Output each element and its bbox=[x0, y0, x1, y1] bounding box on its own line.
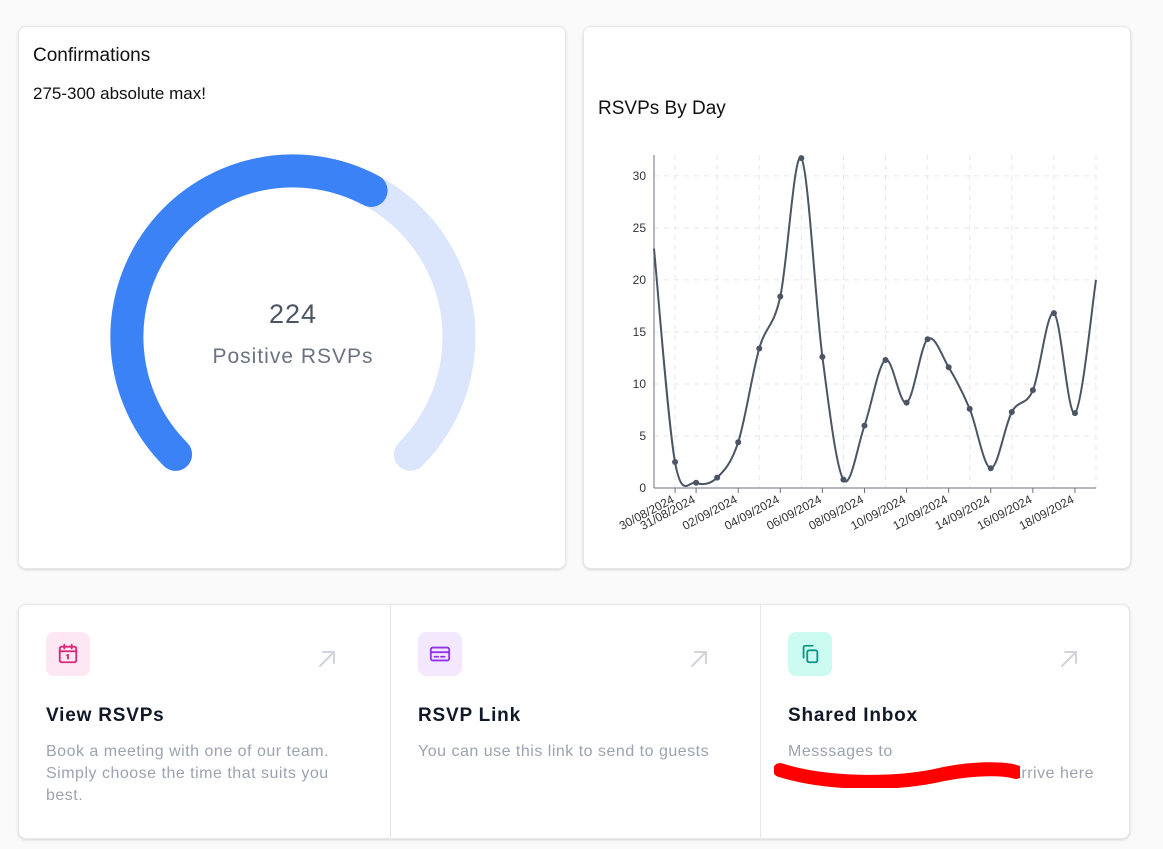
view-rsvps-card[interactable]: View RSVPs Book a meeting with one of ou… bbox=[19, 605, 390, 840]
data-point bbox=[945, 364, 952, 371]
rsvp-link-description: You can use this link to send to guests bbox=[418, 741, 709, 763]
calendar-icon bbox=[58, 643, 78, 664]
credit-card-icon-badge bbox=[418, 632, 462, 676]
data-point bbox=[987, 465, 994, 472]
data-point bbox=[1008, 409, 1015, 416]
data-point bbox=[1029, 387, 1036, 394]
credit-card-icon bbox=[429, 646, 451, 662]
data-point bbox=[903, 399, 910, 406]
data-point bbox=[840, 476, 847, 483]
copy-icon bbox=[802, 644, 819, 664]
y-tick-label: 25 bbox=[633, 221, 647, 235]
arrow-up-right-icon[interactable] bbox=[687, 647, 711, 671]
y-tick-label: 15 bbox=[633, 325, 647, 339]
view-rsvps-title: View RSVPs bbox=[46, 705, 165, 726]
shared-inbox-title: Shared Inbox bbox=[788, 705, 918, 726]
desc-line: Simply choose the time that suits you bbox=[46, 765, 329, 782]
data-point bbox=[672, 458, 679, 465]
desc-line: You can use this link to send to guests bbox=[418, 743, 710, 760]
y-tick-label: 0 bbox=[639, 481, 646, 495]
data-point bbox=[924, 336, 931, 343]
data-point bbox=[1071, 410, 1078, 417]
rsvps-line-chart: 05101520253030/08/202431/08/202402/09/20… bbox=[617, 155, 1097, 533]
data-point bbox=[693, 479, 700, 486]
data-point bbox=[1050, 310, 1057, 317]
data-point bbox=[777, 293, 784, 300]
gauge-value: 224 bbox=[268, 299, 318, 329]
arrow-up-right-icon[interactable] bbox=[1057, 647, 1081, 671]
redaction-scribble bbox=[774, 762, 1020, 788]
gauge-label: Positive RSVPs bbox=[212, 345, 374, 368]
data-point bbox=[714, 474, 721, 481]
rsvps-by-day-card: RSVPs By Day 0 5 10 15 20 25 30 30/08/2024 31/08… bbox=[583, 26, 1131, 569]
data-point bbox=[735, 439, 742, 446]
rsvp-link-title: RSVP Link bbox=[418, 705, 521, 726]
copy-icon-badge bbox=[788, 632, 832, 676]
desc-line: Book a meeting with one of our team. bbox=[46, 743, 330, 760]
data-point bbox=[882, 357, 889, 364]
calendar-icon-badge bbox=[46, 632, 90, 676]
data-point bbox=[756, 345, 763, 352]
data-point bbox=[819, 353, 826, 360]
y-tick-label: 30 bbox=[633, 169, 647, 183]
rsvp-link-card[interactable]: RSVP Link You can use this link to send … bbox=[390, 605, 760, 840]
data-point bbox=[966, 405, 973, 412]
y-tick-label: 5 bbox=[639, 429, 646, 443]
arrow-up-right-icon[interactable] bbox=[315, 647, 339, 671]
desc-line: best. bbox=[46, 787, 84, 804]
series-line bbox=[653, 156, 1097, 487]
quick-actions: View RSVPs Book a meeting with one of ou… bbox=[18, 604, 1131, 840]
data-point bbox=[798, 155, 805, 162]
shared-inbox-card[interactable]: Shared Inbox Messsages to arrive here bbox=[760, 605, 1131, 840]
view-rsvps-description: Book a meeting with one of our team. Sim… bbox=[46, 741, 329, 807]
data-point bbox=[861, 422, 868, 429]
y-tick-label: 10 bbox=[633, 377, 647, 391]
y-tick-label: 20 bbox=[633, 273, 647, 287]
confirmations-card: Confirmations 275-300 absolute max! 224 … bbox=[18, 26, 566, 569]
